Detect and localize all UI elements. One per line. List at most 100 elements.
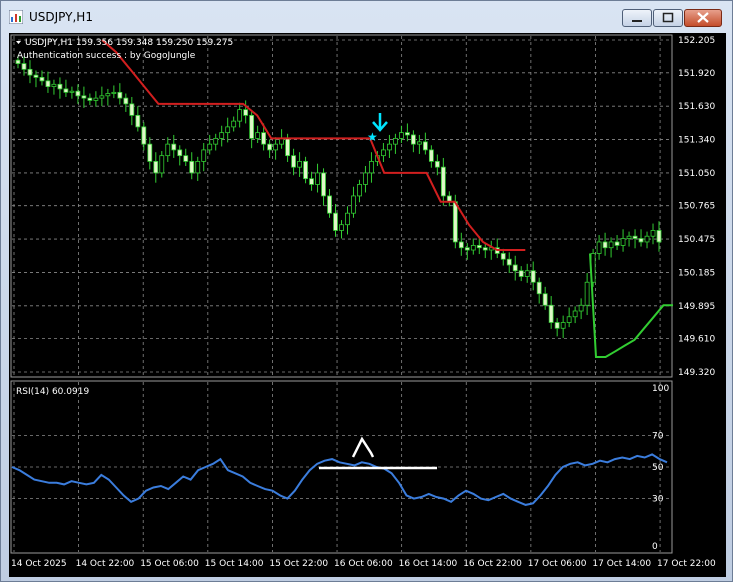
rsi-line [11, 453, 668, 506]
grid-lines [12, 36, 671, 552]
rsi-axis: 100 70 50 30 0 [652, 384, 669, 552]
candle-body [21, 63, 27, 70]
candle-body [656, 230, 662, 243]
candle-body [518, 270, 524, 277]
candle-body [452, 201, 458, 243]
candle-body [219, 132, 225, 139]
price-tick-label: 150.185 [678, 268, 715, 278]
candle-body [608, 241, 614, 249]
candle-body [213, 137, 219, 145]
candle-body [333, 212, 338, 231]
price-axis: 152.205 151.920 151.630 151.340 151.050 150.7… [678, 36, 715, 378]
symbol-dropdown-icon[interactable] [16, 41, 21, 44]
candle-body [626, 235, 632, 239]
candle-body [135, 114, 141, 128]
candle-body [428, 149, 434, 162]
candle-body [123, 97, 129, 105]
candle-body [404, 132, 410, 136]
candle-body [560, 322, 566, 329]
candle-body [357, 184, 362, 197]
candle-body [81, 95, 87, 99]
candle-body [554, 322, 560, 329]
price-tick-label: 151.630 [678, 102, 715, 112]
price-tick-label: 149.895 [678, 302, 715, 312]
price-tick-label: 149.320 [678, 368, 715, 378]
rsi-peak-marker-icon [351, 436, 375, 458]
candle-body [351, 195, 356, 214]
signal-star-icon: ★ [367, 130, 378, 144]
candle-body [27, 68, 33, 76]
candle-body [117, 91, 123, 99]
price-tick-label: 151.920 [678, 69, 715, 79]
maximize-button[interactable] [653, 9, 683, 27]
time-tick-label: 17 Oct 22:00 [657, 559, 716, 569]
candle-body [177, 149, 183, 157]
candle-body [644, 235, 650, 243]
price-tick-label: 149.610 [678, 335, 715, 345]
time-tick-label: 15 Oct 22:00 [269, 559, 328, 569]
candle-body [99, 95, 105, 99]
app-window: USDJPY,H1 ★ USDJPY,H1 159.356 159.348 15… [0, 0, 733, 582]
candle-body [93, 97, 99, 101]
chart-canvas[interactable]: ★ USDJPY,H1 159.356 159.348 159.250 159.… [9, 33, 726, 577]
candle-body [297, 161, 302, 168]
candle-body [393, 137, 398, 145]
candle-body [57, 83, 63, 90]
candle-body [596, 241, 602, 254]
candle-body [638, 238, 644, 243]
price-tick-label: 150.475 [678, 235, 715, 245]
candle-body [69, 90, 75, 93]
candle-body [614, 241, 620, 246]
price-tick-label: 151.340 [678, 136, 715, 146]
candle-body [566, 316, 572, 323]
rsi-level-label: 50 [652, 463, 664, 473]
candle-body [536, 281, 542, 295]
candle-body [327, 195, 332, 214]
price-header: USDJPY,H1 159.356 159.348 159.250 159.27… [25, 38, 233, 48]
candle-body [291, 155, 296, 168]
candle-body [189, 161, 195, 174]
candle-body [159, 155, 165, 174]
candle-body [572, 310, 578, 318]
title-bar[interactable]: USDJPY,H1 [1, 1, 733, 33]
candle-body [195, 161, 201, 174]
candle-body [321, 172, 326, 197]
candle-body [183, 155, 189, 162]
candle-body [434, 161, 440, 168]
minimize-icon [632, 20, 642, 22]
candle-body [111, 91, 117, 94]
rsi-level-label: 0 [652, 542, 658, 552]
time-tick-label: 15 Oct 06:00 [140, 559, 199, 569]
price-tick-label: 151.050 [678, 169, 715, 179]
candle-body [51, 83, 57, 88]
candle-body [153, 161, 159, 174]
candle-body [141, 126, 147, 145]
candle-body [470, 245, 476, 251]
candle-body [476, 245, 482, 249]
candle-body [422, 141, 428, 151]
time-tick-label: 17 Oct 06:00 [528, 559, 587, 569]
candle-body [171, 143, 177, 151]
candle-body [45, 80, 51, 88]
time-tick-label: 15 Oct 14:00 [205, 559, 264, 569]
close-button[interactable] [684, 9, 722, 27]
candle-body [249, 114, 255, 139]
time-tick-label: 16 Oct 22:00 [463, 559, 522, 569]
candle-body [464, 247, 470, 251]
sell-signal-arrow-icon [372, 113, 388, 132]
candle-body [273, 143, 279, 151]
candle-body [399, 132, 404, 139]
candle-body [363, 172, 368, 185]
status-message: Authentication success : by GogoJungle [17, 51, 196, 61]
chart-area[interactable]: ★ USDJPY,H1 159.356 159.348 159.250 159.… [9, 33, 726, 577]
candle-body [201, 149, 207, 162]
minimize-button[interactable] [622, 9, 652, 27]
rsi-level-label: 100 [652, 384, 669, 394]
maximize-icon [662, 12, 674, 23]
time-tick-label: 17 Oct 14:00 [592, 559, 651, 569]
candle-body [315, 172, 320, 185]
candle-body [512, 264, 518, 272]
candle-body [165, 143, 171, 157]
candle-body [75, 90, 81, 97]
candle-body [458, 241, 464, 249]
